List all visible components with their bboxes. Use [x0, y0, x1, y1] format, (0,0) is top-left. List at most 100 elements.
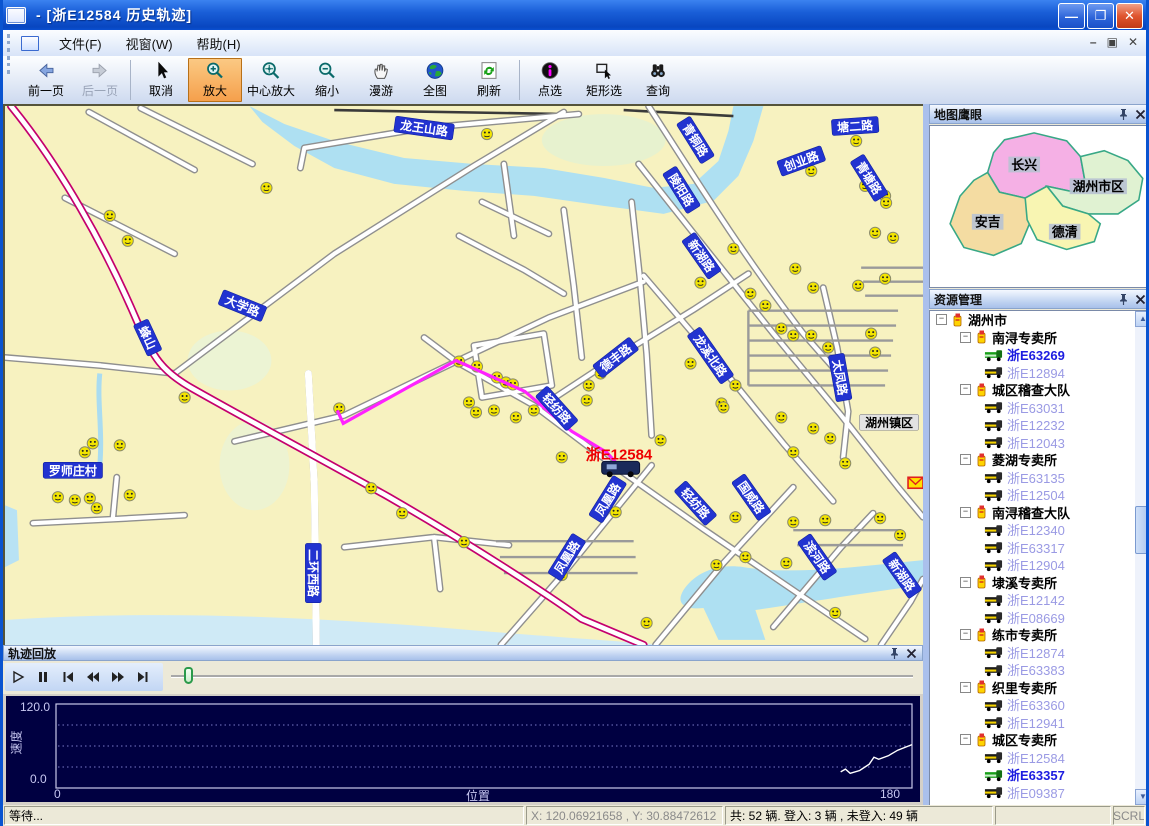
tree-vehicle-row[interactable]: 浙E12584 — [930, 749, 1149, 767]
vehicle-smiley-marker[interactable] — [470, 407, 481, 418]
tree-vehicle-row[interactable]: 浙E63383 — [930, 661, 1149, 679]
vehicle-smiley-marker[interactable] — [823, 342, 834, 353]
fast-forward-button[interactable] — [105, 664, 130, 690]
overview-map[interactable]: 长兴湖州市区安吉德清 — [929, 125, 1149, 288]
minimize-button[interactable]: ― — [1058, 3, 1085, 29]
toolbar-button-pan-hand[interactable]: 漫游 — [354, 58, 408, 102]
toolbar-grip[interactable] — [7, 56, 15, 74]
vehicle-smiley-marker[interactable] — [583, 380, 594, 391]
tree-expand-box[interactable]: − — [960, 507, 971, 518]
tree-vehicle-row[interactable]: 浙E12043 — [930, 434, 1149, 452]
skip-start-button[interactable] — [55, 664, 80, 690]
vehicle-smiley-marker[interactable] — [808, 282, 819, 293]
toolbar-button-prev-page[interactable]: 前一页 — [19, 58, 73, 102]
tree-expand-box[interactable]: − — [960, 629, 971, 640]
playback-slider[interactable] — [171, 675, 913, 678]
vehicle-smiley-marker[interactable] — [776, 412, 787, 423]
tree-expand-box[interactable]: − — [960, 734, 971, 745]
vehicle-smiley-marker[interactable] — [261, 182, 272, 193]
vehicle-smiley-marker[interactable] — [581, 395, 592, 406]
vehicle-smiley-marker[interactable] — [528, 405, 539, 416]
tree-vehicle-row[interactable]: 浙E12504 — [930, 486, 1149, 504]
tree-vehicle-row[interactable]: 浙E09387 — [930, 784, 1149, 802]
vehicle-smiley-marker[interactable] — [781, 558, 792, 569]
vehicle-smiley-marker[interactable] — [870, 347, 881, 358]
tree-group-row[interactable]: −湖州市 — [930, 311, 1149, 329]
vehicle-smiley-marker[interactable] — [52, 492, 63, 503]
vehicle-smiley-marker[interactable] — [463, 397, 474, 408]
mdi-minimize-icon[interactable]: – — [1090, 35, 1097, 49]
scroll-down-button[interactable]: ▼ — [1135, 789, 1149, 805]
vehicle-smiley-marker[interactable] — [879, 273, 890, 284]
tree-vehicle-row[interactable]: 浙E12232 — [930, 416, 1149, 434]
tree-expand-box[interactable]: − — [960, 454, 971, 465]
toolbar-button-refresh[interactable]: 刷新 — [462, 58, 516, 102]
close-icon[interactable] — [1134, 108, 1147, 121]
vehicle-smiley-marker[interactable] — [866, 328, 877, 339]
vehicle-smiley-marker[interactable] — [114, 440, 125, 451]
scroll-up-button[interactable]: ▲ — [1135, 311, 1149, 327]
toolbar-button-globe[interactable]: 全图 — [408, 58, 462, 102]
poi-icon[interactable] — [908, 477, 923, 488]
vehicle-smiley-marker[interactable] — [711, 559, 722, 570]
menu-item-2[interactable]: 帮助(H) — [185, 31, 253, 56]
vehicle-smiley-marker[interactable] — [853, 280, 864, 291]
rewind-button[interactable] — [80, 664, 105, 690]
tree-expand-box[interactable]: − — [960, 682, 971, 693]
tree-scrollbar[interactable]: ▲ ▼ — [1135, 311, 1149, 805]
tree-vehicle-row[interactable]: 浙E12142 — [930, 591, 1149, 609]
tree-group-row[interactable]: −埭溪专卖所 — [930, 574, 1149, 592]
vehicle-smiley-marker[interactable] — [69, 495, 80, 506]
vehicle-smiley-marker[interactable] — [87, 438, 98, 449]
toolbar-button-query[interactable]: 查询 — [631, 58, 685, 102]
map-canvas[interactable]: 龙王山路塘二路青塘路创业路青铜路陵阳路新湖路龙溪北路德丰路大学路蜂山轻纺路轻纺路… — [3, 104, 923, 645]
vehicle-smiley-marker[interactable] — [556, 452, 567, 463]
tree-vehicle-row[interactable]: 浙E63269 — [930, 346, 1149, 364]
tree-vehicle-row[interactable]: 浙E63031 — [930, 399, 1149, 417]
vehicle-smiley-marker[interactable] — [875, 513, 886, 524]
vehicle-smiley-marker[interactable] — [745, 288, 756, 299]
tree-group-row[interactable]: −菱湖专卖所 — [930, 451, 1149, 469]
toolbar-button-zoom-in[interactable]: 放大 — [188, 58, 242, 102]
menu-item-0[interactable]: 文件(F) — [47, 31, 114, 56]
tree-vehicle-row[interactable]: 浙E08669 — [930, 609, 1149, 627]
vehicle-smiley-marker[interactable] — [880, 197, 891, 208]
vehicle-smiley-marker[interactable] — [760, 300, 771, 311]
vehicle-smiley-marker[interactable] — [79, 447, 90, 458]
tree-vehicle-row[interactable]: 浙E12340 — [930, 521, 1149, 539]
vehicle-smiley-marker[interactable] — [397, 508, 408, 519]
tree-vehicle-row[interactable]: 浙E63357 — [930, 766, 1149, 784]
vehicle-smiley-marker[interactable] — [806, 330, 817, 341]
play-button[interactable] — [5, 664, 30, 690]
vehicle-smiley-marker[interactable] — [730, 512, 741, 523]
tree-expand-box[interactable]: − — [960, 577, 971, 588]
tree-expand-box[interactable]: − — [936, 314, 947, 325]
tree-vehicle-row[interactable]: 浙E63317 — [930, 539, 1149, 557]
vehicle-smiley-marker[interactable] — [870, 227, 881, 238]
scrollbar-thumb[interactable] — [1135, 506, 1149, 554]
tree-vehicle-row[interactable]: 浙E12894 — [930, 364, 1149, 382]
vehicle-smiley-marker[interactable] — [788, 330, 799, 341]
tree-group-row[interactable]: −织里专卖所 — [930, 679, 1149, 697]
toolbar-button-rect-select[interactable]: 矩形选 — [577, 58, 631, 102]
vehicle-smiley-marker[interactable] — [124, 490, 135, 501]
vehicle-smiley-marker[interactable] — [122, 235, 133, 246]
tree-group-row[interactable]: −城区稽查大队 — [930, 381, 1149, 399]
toolbar-grip[interactable] — [7, 34, 15, 52]
menu-item-1[interactable]: 视窗(W) — [114, 31, 185, 56]
tree-group-row[interactable]: −南浔稽查大队 — [930, 504, 1149, 522]
skip-end-button[interactable] — [130, 664, 155, 690]
vehicle-smiley-marker[interactable] — [179, 392, 190, 403]
vehicle-smiley-marker[interactable] — [740, 552, 751, 563]
vehicle-smiley-marker[interactable] — [825, 433, 836, 444]
vehicle-smiley-marker[interactable] — [894, 530, 905, 541]
vehicle-smiley-marker[interactable] — [820, 515, 831, 526]
vehicle-smiley-marker[interactable] — [790, 263, 801, 274]
vehicle-smiley-marker[interactable] — [728, 243, 739, 254]
tree-vehicle-row[interactable]: 浙E12941 — [930, 714, 1149, 732]
toolbar-button-center-zoom[interactable]: 中心放大 — [242, 58, 300, 102]
pin-icon[interactable] — [888, 647, 901, 660]
vehicle-smiley-marker[interactable] — [104, 210, 115, 221]
toolbar-button-zoom-out[interactable]: 缩小 — [300, 58, 354, 102]
vehicle-smiley-marker[interactable] — [91, 503, 102, 514]
